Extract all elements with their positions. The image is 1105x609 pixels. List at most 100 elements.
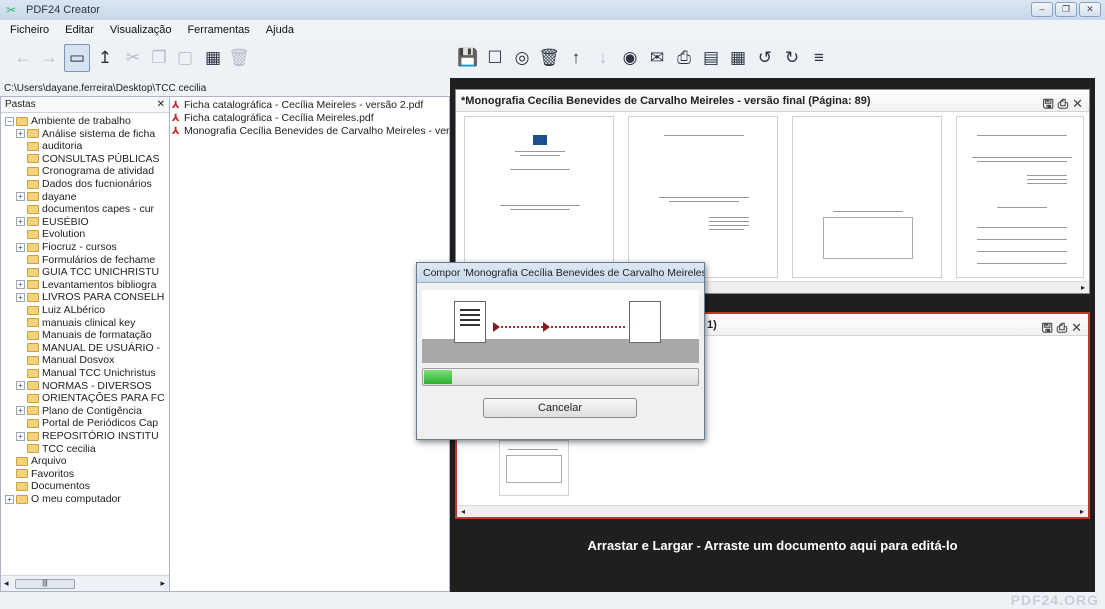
rotate-left-icon[interactable]: ↺: [752, 44, 778, 72]
new-page-icon[interactable]: ☐: [482, 44, 508, 72]
tree-item[interactable]: Cronograma de atividad: [16, 165, 154, 177]
tree-item[interactable]: GUIA TCC UNICHRISTU: [16, 266, 159, 278]
scroll-right-icon[interactable]: ▸: [160, 578, 165, 589]
scroll-right-icon[interactable]: ▸: [1081, 283, 1085, 292]
folder-view-icon[interactable]: ▭: [64, 44, 90, 72]
expand-toggle-icon[interactable]: +: [16, 292, 25, 302]
document-horizontal-scrollbar[interactable]: ◂ ▸: [457, 505, 1088, 517]
tree-item[interactable]: manuais clinical key: [16, 317, 135, 329]
maximize-button[interactable]: ❐: [1055, 2, 1077, 17]
tree-item[interactable]: Manual TCC Unichristus: [16, 367, 156, 379]
expand-toggle-icon[interactable]: +: [16, 280, 25, 290]
save-doc-icon[interactable]: 🖫: [1042, 317, 1053, 339]
expand-toggle-icon[interactable]: +: [16, 192, 25, 202]
forward-icon[interactable]: →: [36, 44, 62, 72]
close-doc-icon[interactable]: ✕: [1071, 317, 1082, 339]
tree-item[interactable]: + REPOSITÓRIO INSTITU: [16, 430, 159, 442]
tree-item[interactable]: Documentos: [5, 480, 90, 492]
scroll-left-icon[interactable]: ◂: [4, 578, 9, 589]
minimize-button[interactable]: –: [1031, 2, 1053, 17]
expand-toggle-icon[interactable]: +: [16, 217, 25, 227]
page-thumbnail[interactable]: [464, 116, 614, 278]
tree-item[interactable]: ORIENTAÇÕES PARA FC: [16, 392, 165, 404]
tree-item[interactable]: + Fiocruz - cursos: [16, 241, 117, 253]
tree-item[interactable]: documentos capes - cur: [16, 203, 154, 215]
tree-item[interactable]: Arquivo: [5, 455, 67, 467]
file-item[interactable]: ⅄ Ficha catalográfica - Cecília Meireles…: [172, 99, 423, 112]
sort-icon[interactable]: ≡: [806, 44, 832, 72]
grid-view-icon[interactable]: ▦: [200, 44, 226, 72]
tree-item[interactable]: + dayane: [16, 191, 76, 203]
scroll-thumb[interactable]: |||: [15, 579, 75, 589]
up-folder-icon[interactable]: ↥: [92, 44, 118, 72]
cancel-button[interactable]: Cancelar: [483, 398, 637, 418]
tree-item[interactable]: Luiz ALbérico: [16, 304, 105, 316]
scroll-left-icon[interactable]: ◂: [461, 507, 465, 516]
merge-icon[interactable]: ◎: [509, 44, 535, 72]
expand-toggle-icon[interactable]: +: [5, 494, 14, 504]
menu-editar[interactable]: Editar: [65, 24, 94, 36]
preview-icon[interactable]: ◉: [617, 44, 643, 72]
tree-item[interactable]: Manuais de formatação: [16, 329, 152, 341]
page-thumbnail[interactable]: [956, 116, 1084, 278]
tree-item[interactable]: + Plano de Contigência: [16, 405, 142, 417]
page-thumbnail[interactable]: [499, 440, 569, 496]
cut-icon[interactable]: ✂: [120, 44, 146, 72]
tree-horizontal-scrollbar[interactable]: ◂ ||| ▸: [1, 575, 169, 591]
trash-icon[interactable]: 🗑: [536, 44, 562, 72]
menu-ficheiro[interactable]: Ficheiro: [10, 24, 49, 36]
tree-item-label: Dados dos fucnionários: [42, 178, 152, 190]
tree-item[interactable]: CONSULTAS PÚBLICAS: [16, 153, 159, 165]
file-item[interactable]: ⅄ Ficha catalográfica - Cecília Meireles…: [172, 112, 374, 125]
scroll-right-icon[interactable]: ▸: [1080, 507, 1084, 516]
menu-ajuda[interactable]: Ajuda: [266, 24, 294, 36]
email-icon[interactable]: ✉: [644, 44, 670, 72]
tree-item[interactable]: Dados dos fucnionários: [16, 178, 152, 190]
expand-toggle-icon[interactable]: +: [16, 242, 25, 252]
save-doc-icon[interactable]: 🖫: [1043, 93, 1054, 115]
expand-toggle-icon[interactable]: −: [5, 116, 14, 126]
tree-item[interactable]: TCC cecilia: [16, 443, 96, 455]
rotate-right-icon[interactable]: ↻: [779, 44, 805, 72]
print-doc-icon[interactable]: ⎙: [1058, 93, 1068, 115]
delete-icon[interactable]: 🗑: [226, 44, 252, 72]
tree-item[interactable]: + EUSÉBIO: [16, 216, 89, 228]
print-icon[interactable]: ⎙: [671, 44, 697, 72]
tree-item[interactable]: Portal de Periódicos Cap: [16, 417, 158, 429]
copy-icon[interactable]: ❐: [146, 44, 172, 72]
menu-visualizacao[interactable]: Visualização: [110, 24, 172, 36]
compress-icon[interactable]: ▤: [698, 44, 724, 72]
tree-item[interactable]: + Análise sistema de ficha: [16, 128, 155, 140]
tree-item[interactable]: + LIVROS PARA CONSELH: [16, 291, 164, 303]
move-up-icon[interactable]: ↑: [563, 44, 589, 72]
tree-item[interactable]: auditoria: [16, 140, 82, 152]
paste-icon[interactable]: ▢: [172, 44, 198, 72]
expand-toggle-icon[interactable]: +: [16, 406, 25, 416]
expand-toggle-icon[interactable]: +: [16, 381, 25, 391]
file-item[interactable]: ⅄ Monografia Cecília Benevides de Carval…: [172, 125, 449, 138]
page-thumbnail[interactable]: [792, 116, 942, 278]
save-icon[interactable]: 💾: [455, 44, 481, 72]
brand-watermark: PDF24.ORG: [1010, 592, 1099, 608]
title-bar: ✂ PDF24 Creator – ❐ ✕: [0, 0, 1105, 20]
tree-item[interactable]: Evolution: [16, 228, 85, 240]
tree-item[interactable]: + NORMAS - DIVERSOS: [16, 380, 152, 392]
expand-toggle-icon[interactable]: +: [16, 431, 25, 441]
tree-item[interactable]: Formulários de fechame: [16, 254, 155, 266]
tree-item[interactable]: + Levantamentos bibliogra: [16, 279, 156, 291]
thumbnails-icon[interactable]: ▦: [725, 44, 751, 72]
expand-toggle-icon[interactable]: +: [16, 129, 25, 139]
tree-item[interactable]: + O meu computador: [5, 493, 121, 505]
close-button[interactable]: ✕: [1079, 2, 1101, 17]
print-doc-icon[interactable]: ⎙: [1057, 317, 1067, 339]
menu-ferramentas[interactable]: Ferramentas: [187, 24, 249, 36]
close-panel-icon[interactable]: ✕: [157, 97, 165, 112]
tree-item[interactable]: MANUAL DE USUÁRIO -: [16, 342, 160, 354]
tree-item[interactable]: Favoritos: [5, 468, 74, 480]
page-thumbnail[interactable]: [628, 116, 778, 278]
close-doc-icon[interactable]: ✕: [1072, 93, 1083, 115]
tree-item[interactable]: − Ambiente de trabalho: [5, 115, 131, 127]
tree-item[interactable]: Manual Dosvox: [16, 354, 114, 366]
back-icon[interactable]: ←: [10, 44, 36, 72]
move-down-icon[interactable]: ↓: [590, 44, 616, 72]
